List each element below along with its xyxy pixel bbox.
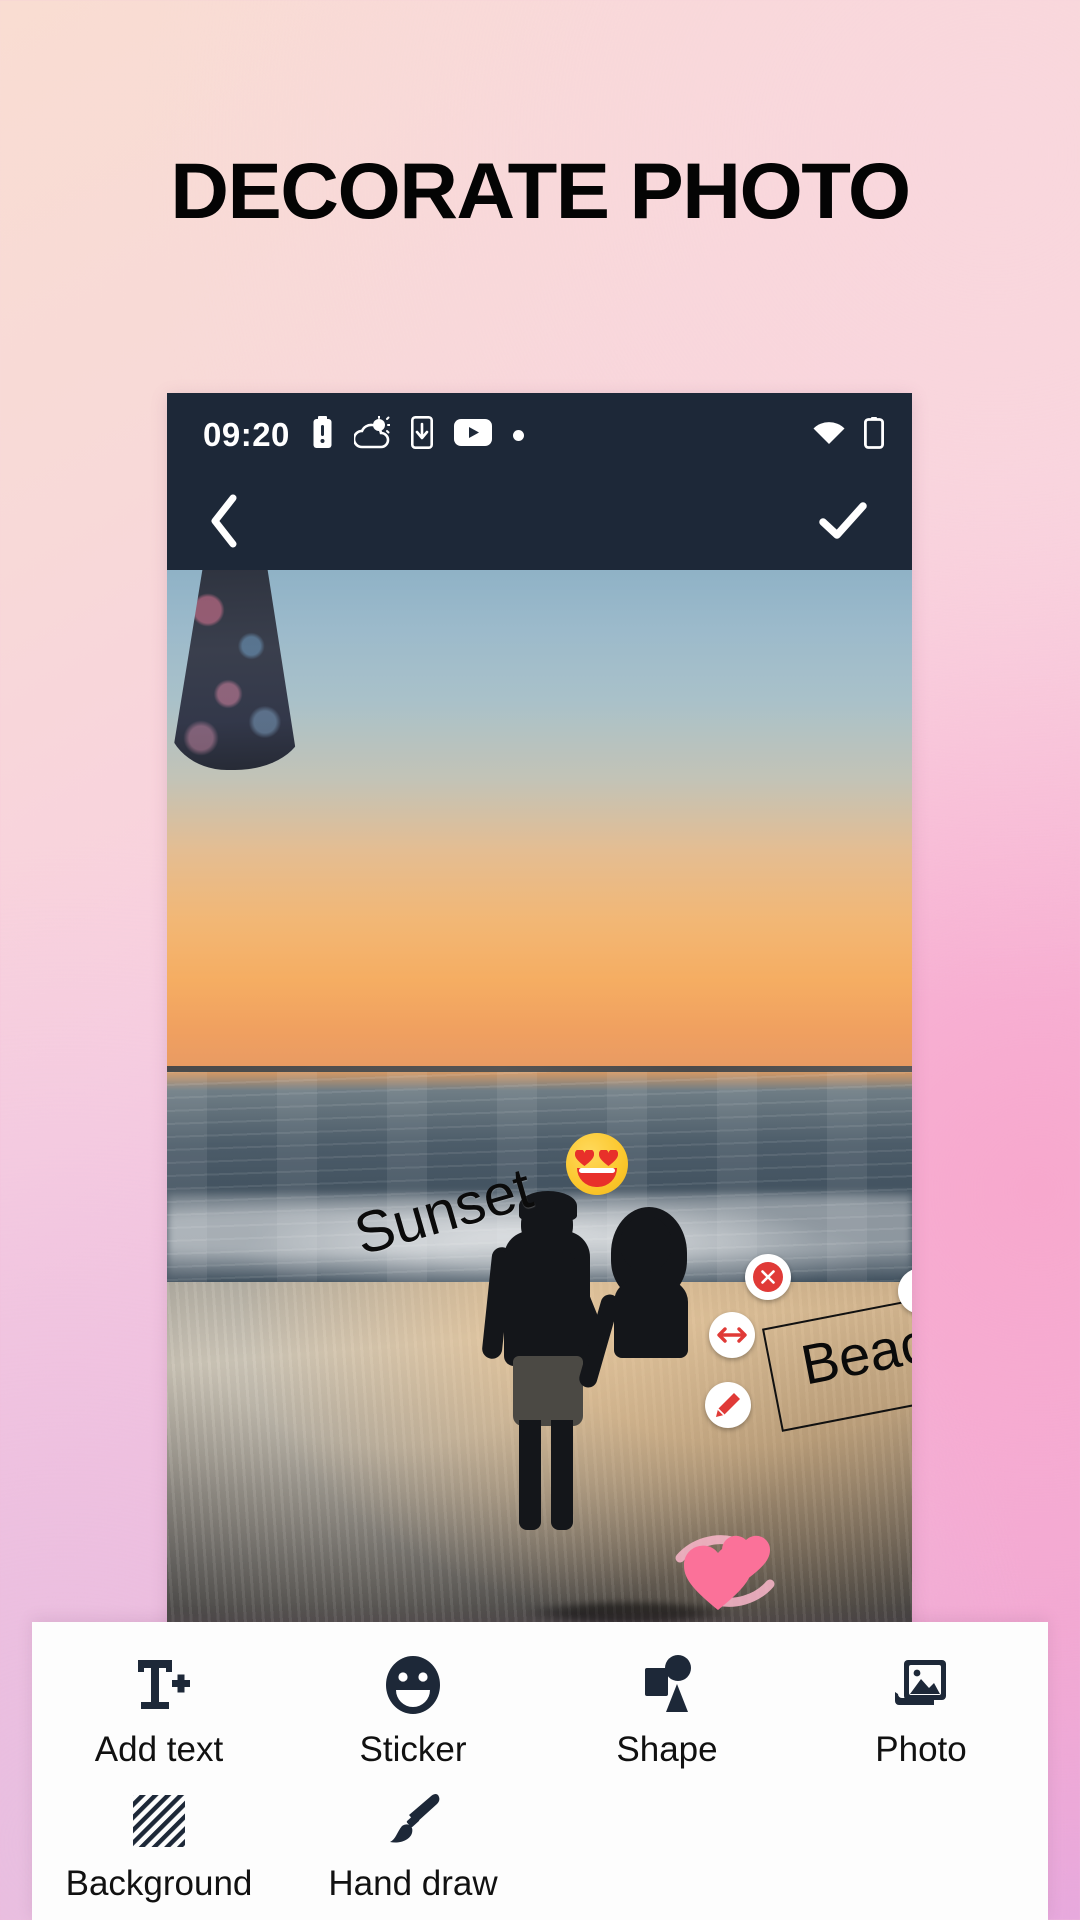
tool-label: Shape [616, 1730, 718, 1769]
smiley-sticker-icon [382, 1650, 444, 1716]
paintbrush-icon [382, 1784, 444, 1850]
add-text-icon [128, 1650, 190, 1716]
double-heart-sticker[interactable] [672, 1522, 778, 1614]
tool-label: Hand draw [328, 1864, 498, 1903]
status-bar-left-icons [312, 415, 524, 454]
phone-mockup: 09:20 Sunset Beach [167, 393, 912, 1683]
silhouette-man-leg-right [551, 1420, 574, 1531]
edit-handle[interactable] [705, 1382, 751, 1428]
status-bar: 09:20 [167, 393, 912, 477]
photo-canvas[interactable]: Sunset Beach [167, 570, 912, 1683]
tool-background[interactable]: Background [32, 1770, 286, 1904]
tool-label: Add text [94, 1730, 224, 1769]
flip-horizontal-handle[interactable] [709, 1312, 755, 1358]
shape-icon [636, 1650, 698, 1716]
emoji-mouth-icon [577, 1168, 617, 1187]
tool-row-1: Add text Sticker Shape Photo [32, 1636, 1048, 1770]
tool-sticker[interactable]: Sticker [286, 1636, 540, 1770]
silhouette-man-shorts [512, 1355, 583, 1426]
photo-icon [890, 1650, 952, 1716]
tool-shape[interactable]: Shape [540, 1636, 794, 1770]
silhouette-woman-head [619, 1215, 672, 1272]
download-phone-icon [410, 415, 433, 454]
status-bar-clock: 09:20 [203, 416, 290, 453]
tool-label: Sticker [359, 1730, 467, 1769]
tool-add-text[interactable]: Add text [32, 1636, 286, 1770]
emoji-eye-left-icon [574, 1148, 595, 1167]
photo-horizon [167, 1066, 912, 1073]
tool-row-2: Background Hand draw [32, 1770, 1048, 1904]
tool-sheet: Add text Sticker Shape Photo Background … [32, 1622, 1048, 1920]
smiling-face-with-heart-eyes-emoji[interactable] [566, 1133, 628, 1195]
silhouette-woman-torso [614, 1280, 688, 1359]
weather-partly-cloudy-icon [352, 415, 391, 454]
youtube-icon [453, 419, 492, 451]
selected-text-object[interactable]: Beach [705, 1254, 912, 1488]
status-bar-right-icons [812, 416, 885, 454]
tool-photo[interactable]: Photo [794, 1636, 1048, 1770]
confirm-button[interactable] [818, 500, 868, 547]
page-title: DECORATE PHOTO [170, 146, 911, 235]
silhouette-man-leg-left [518, 1420, 541, 1531]
app-bar [167, 477, 912, 570]
battery-alert-icon [312, 416, 333, 454]
tool-label: Background [65, 1864, 253, 1903]
battery-icon [863, 416, 885, 454]
emoji-eye-right-icon [598, 1148, 619, 1167]
tool-slot-empty-1 [540, 1770, 794, 1904]
wifi-icon [812, 420, 846, 451]
back-button[interactable] [207, 494, 241, 553]
tool-hand-draw[interactable]: Hand draw [286, 1770, 540, 1904]
delete-handle[interactable] [745, 1254, 791, 1300]
notification-dot-icon [512, 429, 524, 441]
background-hatch-icon [130, 1784, 188, 1850]
tool-slot-empty-2 [794, 1770, 1048, 1904]
tool-label: Photo [875, 1730, 967, 1769]
